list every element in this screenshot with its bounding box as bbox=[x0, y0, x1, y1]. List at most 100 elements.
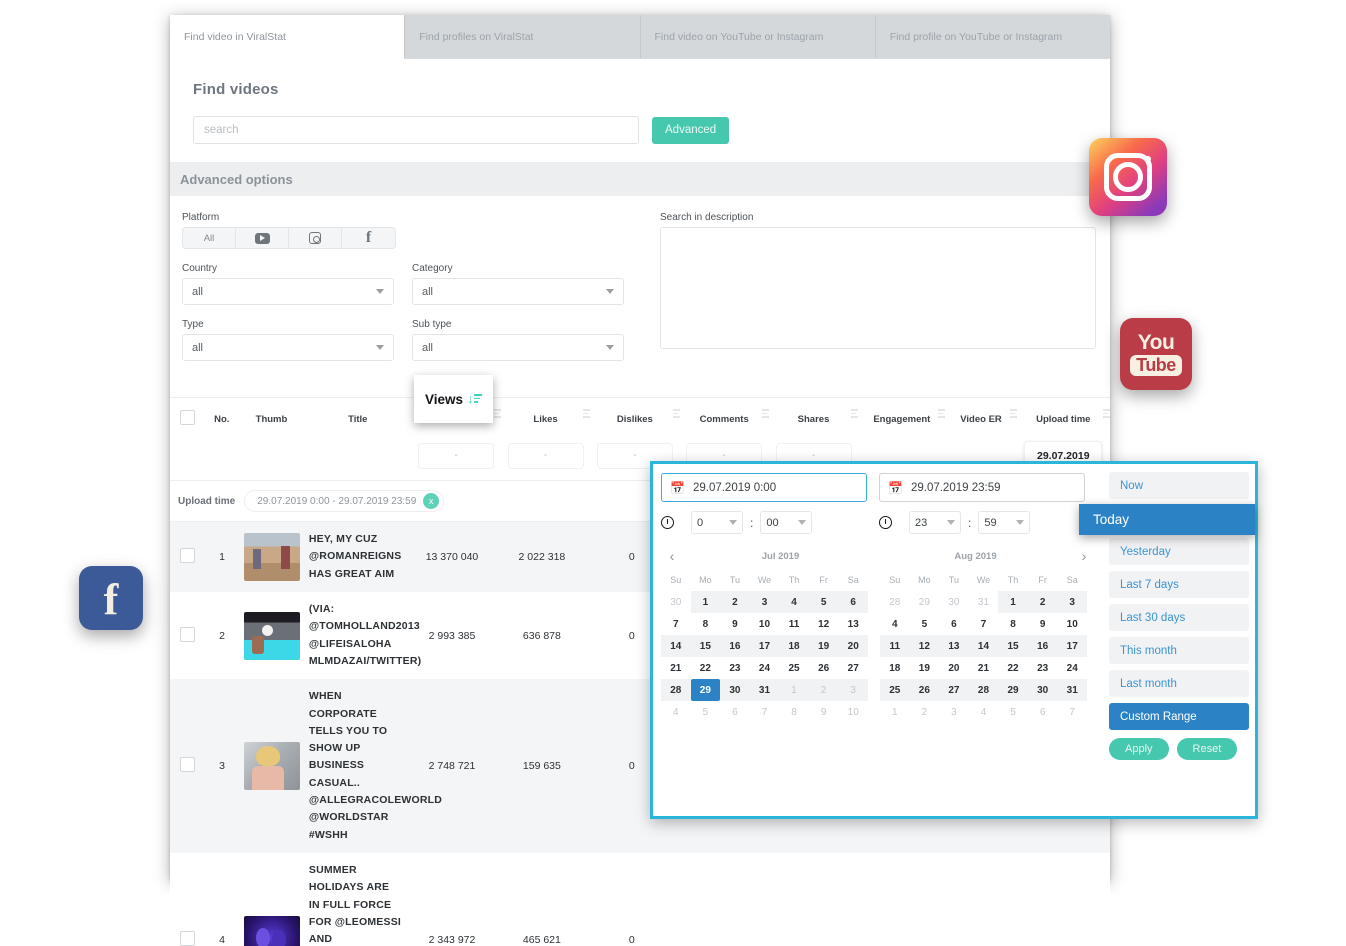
platform-facebook-button[interactable]: f bbox=[342, 228, 395, 248]
calendar-day[interactable]: 17 bbox=[749, 635, 780, 657]
calendar-day[interactable]: 23 bbox=[1028, 657, 1058, 679]
calendar-day[interactable]: 31 bbox=[1057, 679, 1087, 701]
col-title[interactable]: Title bbox=[304, 398, 412, 438]
calendar-day[interactable]: 1 bbox=[998, 591, 1028, 613]
country-select[interactable]: all bbox=[182, 278, 394, 305]
calendar-day[interactable]: 19 bbox=[910, 657, 940, 679]
quick-range-yesterday[interactable]: Yesterday bbox=[1109, 538, 1249, 565]
column-resize-handle[interactable] bbox=[938, 409, 946, 421]
calendar-day[interactable]: 22 bbox=[691, 657, 721, 679]
tab-find-video-on-youtube-or-instagram[interactable]: Find video on YouTube or Instagram bbox=[640, 15, 876, 58]
type-select[interactable]: all bbox=[182, 334, 394, 361]
calendar-day[interactable]: 30 bbox=[1027, 679, 1058, 701]
calendar-day[interactable]: 30 bbox=[661, 591, 691, 613]
row-title[interactable]: HEY, MY CUZ @ROMANREIGNS HAS GREAT AIM bbox=[304, 522, 408, 592]
row-title[interactable]: SUMMER HOLIDAYS ARE IN FULL FORCE FOR @L… bbox=[304, 853, 408, 946]
calendar-day[interactable]: 27 bbox=[838, 657, 868, 679]
facebook-icon[interactable]: f bbox=[79, 566, 143, 630]
calendar-day[interactable]: 5 bbox=[998, 701, 1028, 723]
calendar-day[interactable]: 5 bbox=[808, 591, 839, 613]
col-dislikes[interactable]: Dislikes bbox=[590, 398, 680, 438]
calendar-day[interactable]: 13 bbox=[838, 613, 868, 635]
row-checkbox[interactable] bbox=[179, 626, 195, 642]
next-month-button[interactable]: › bbox=[1073, 548, 1095, 564]
col-comments[interactable]: Comments bbox=[680, 398, 769, 438]
calendar-day[interactable]: 28 bbox=[968, 679, 999, 701]
col-likes[interactable]: Likes bbox=[501, 398, 591, 438]
calendar-day[interactable]: 10 bbox=[838, 701, 868, 723]
column-resize-handle[interactable] bbox=[493, 409, 501, 421]
calendar-day[interactable]: 6 bbox=[939, 613, 969, 635]
calendar-day[interactable]: 30 bbox=[720, 679, 750, 701]
calendar-day[interactable]: 24 bbox=[1057, 657, 1087, 679]
instagram-icon[interactable] bbox=[1089, 138, 1167, 216]
quick-range-today[interactable]: Today bbox=[1079, 504, 1255, 535]
start-hour-select[interactable]: 0 bbox=[691, 511, 743, 534]
calendar-day[interactable]: 11 bbox=[779, 613, 809, 635]
row-checkbox[interactable] bbox=[179, 547, 195, 563]
calendar-day[interactable]: 4 bbox=[880, 613, 910, 635]
calendar-day[interactable]: 7 bbox=[969, 613, 999, 635]
start-date-input[interactable]: 📅 29.07.2019 0:00 bbox=[661, 473, 867, 502]
platform-all-button[interactable]: All bbox=[183, 228, 236, 248]
calendar-day[interactable]: 31 bbox=[749, 679, 780, 701]
calendar-day[interactable]: 2 bbox=[720, 591, 750, 613]
calendar-day[interactable]: 6 bbox=[720, 701, 750, 723]
calendar-day[interactable]: 4 bbox=[779, 591, 809, 613]
select-all-checkbox[interactable] bbox=[179, 410, 195, 425]
calendar-day[interactable]: 9 bbox=[809, 701, 839, 723]
calendar-day[interactable]: 5 bbox=[910, 613, 940, 635]
video-thumbnail[interactable] bbox=[244, 532, 301, 581]
calendar-day[interactable]: 27 bbox=[939, 679, 969, 701]
end-hour-select[interactable]: 23 bbox=[909, 511, 961, 534]
video-thumbnail[interactable] bbox=[244, 742, 301, 791]
calendar-day[interactable]: 30 bbox=[939, 591, 969, 613]
calendar-day[interactable]: 15 bbox=[998, 635, 1028, 657]
day-grid-right[interactable]: 28 29 30 31 1 2 3 4 5 6 7 8 9 10 11 12 13 14 15 16 17 18 19 20 2… bbox=[880, 591, 1087, 723]
calendar-day[interactable]: 9 bbox=[1028, 613, 1058, 635]
filter-likes-input[interactable]: - bbox=[507, 443, 584, 469]
column-resize-handle[interactable] bbox=[1009, 409, 1017, 421]
calendar-day[interactable]: 16 bbox=[1027, 635, 1058, 657]
tab-find-profiles-on-viralstat[interactable]: Find profiles on ViralStat bbox=[405, 15, 641, 58]
calendar-day[interactable]: 1 bbox=[690, 591, 721, 613]
calendar-day[interactable]: 8 bbox=[691, 613, 721, 635]
calendar-day[interactable]: 11 bbox=[880, 635, 910, 657]
platform-youtube-button[interactable] bbox=[236, 228, 289, 248]
calendar-day[interactable]: 20 bbox=[838, 635, 868, 657]
calendar-day[interactable]: 22 bbox=[998, 657, 1028, 679]
calendar-day[interactable]: 9 bbox=[720, 613, 750, 635]
calendar-day[interactable]: 2 bbox=[808, 679, 839, 701]
calendar-day[interactable]: 26 bbox=[909, 679, 940, 701]
column-resize-handle[interactable] bbox=[761, 409, 769, 421]
prev-month-button[interactable]: ‹ bbox=[661, 548, 683, 564]
calendar-day[interactable]: 29 bbox=[998, 679, 1028, 701]
calendar-day[interactable]: 12 bbox=[809, 613, 839, 635]
calendar-day[interactable]: 7 bbox=[1057, 701, 1087, 723]
start-minute-select[interactable]: 00 bbox=[760, 511, 813, 534]
subtype-select[interactable]: all bbox=[412, 334, 624, 361]
calendar-day[interactable]: 1 bbox=[880, 701, 910, 723]
row-checkbox[interactable] bbox=[179, 757, 195, 773]
calendar-day[interactable]: 8 bbox=[998, 613, 1028, 635]
apply-button[interactable]: Apply bbox=[1109, 738, 1169, 760]
calendar-day[interactable]: 19 bbox=[808, 635, 839, 657]
advanced-button[interactable]: Advanced bbox=[652, 116, 730, 144]
quick-range-last-30-days[interactable]: Last 30 days bbox=[1109, 604, 1249, 631]
calendar-day[interactable]: 28 bbox=[880, 591, 910, 613]
calendar-day[interactable]: 4 bbox=[969, 701, 999, 723]
calendar-day[interactable]: 20 bbox=[939, 657, 969, 679]
calendar-day[interactable]: 14 bbox=[968, 635, 999, 657]
calendar-day[interactable]: 17 bbox=[1057, 635, 1087, 657]
description-textarea[interactable] bbox=[660, 227, 1096, 349]
col-thumb[interactable]: Thumb bbox=[239, 398, 304, 438]
calendar-day[interactable]: 4 bbox=[661, 701, 691, 723]
column-resize-handle[interactable] bbox=[1103, 409, 1110, 421]
quick-range-this-month[interactable]: This month bbox=[1109, 637, 1249, 664]
end-date-input[interactable]: 📅 29.07.2019 23:59 bbox=[879, 473, 1085, 502]
day-grid-left[interactable]: 30 1 2 3 4 5 6 7 8 9 10 11 12 13 14 15 16 17 18 19 20 21 22 23 2… bbox=[661, 591, 868, 723]
col-shares[interactable]: Shares bbox=[769, 398, 859, 438]
calendar-day[interactable]: 25 bbox=[880, 679, 910, 701]
calendar-day[interactable]: 23 bbox=[720, 657, 750, 679]
calendar-day[interactable]: 6 bbox=[838, 591, 868, 613]
